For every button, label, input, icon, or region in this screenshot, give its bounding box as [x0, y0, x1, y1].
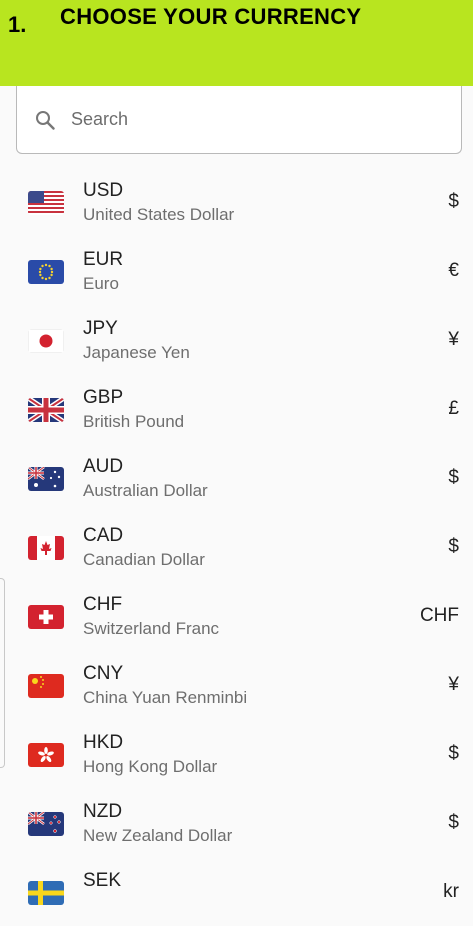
currency-symbol: $: [448, 191, 459, 212]
currency-row-chf[interactable]: CHF Switzerland Franc CHF: [0, 581, 473, 650]
eu-flag-icon: [28, 260, 64, 284]
currency-row-sek[interactable]: SEK kr: [0, 857, 473, 926]
currency-code: USD: [83, 180, 124, 201]
currency-symbol: $: [448, 467, 459, 488]
au-flag-icon: [28, 467, 64, 491]
currency-symbol: $: [448, 743, 459, 764]
page-title: CHOOSE YOUR CURRENCY: [60, 4, 362, 29]
search-box[interactable]: [16, 86, 462, 154]
currency-code: CAD: [83, 525, 124, 546]
cn-flag-icon: [28, 674, 64, 698]
currency-name: Switzerland Franc: [83, 619, 220, 638]
gb-flag-icon: [28, 398, 64, 422]
currency-code: SEK: [83, 870, 122, 891]
header-bar: 1. CHOOSE YOUR CURRENCY: [0, 0, 473, 86]
step-number: 1.: [8, 12, 27, 37]
currency-code: CNY: [83, 663, 124, 684]
currency-code: NZD: [83, 801, 123, 822]
jp-flag-icon: [28, 329, 64, 353]
search-input[interactable]: [71, 104, 441, 134]
nz-flag-icon: [28, 812, 64, 836]
currency-symbol: CHF: [419, 605, 459, 626]
currency-code: GBP: [83, 387, 124, 408]
currency-code: CHF: [83, 594, 123, 615]
currency-name: Hong Kong Dollar: [83, 757, 218, 776]
currency-symbol: £: [448, 398, 459, 419]
currency-name: Australian Dollar: [83, 481, 208, 500]
currency-name: Euro: [83, 274, 119, 293]
currency-row-usd[interactable]: USD United States Dollar $: [0, 167, 473, 236]
currency-symbol: ¥: [448, 329, 459, 350]
currency-name: China Yuan Renminbi: [83, 688, 248, 707]
currency-symbol: ¥: [448, 674, 459, 695]
currency-code: EUR: [83, 249, 124, 270]
currency-row-gbp[interactable]: GBP British Pound £: [0, 374, 473, 443]
currency-row-aud[interactable]: AUD Australian Dollar $: [0, 443, 473, 512]
hk-flag-icon: [28, 743, 64, 767]
currency-code: HKD: [83, 732, 124, 753]
currency-row-hkd[interactable]: HKD Hong Kong Dollar $: [0, 719, 473, 788]
currency-row-nzd[interactable]: NZD New Zealand Dollar $: [0, 788, 473, 857]
search-icon: [36, 111, 55, 130]
currency-code: JPY: [83, 318, 118, 339]
se-flag-icon: [28, 881, 64, 905]
currency-symbol: €: [448, 260, 459, 281]
currency-name: Canadian Dollar: [83, 550, 205, 569]
currency-symbol: $: [448, 812, 459, 833]
currency-list: USD United States Dollar $ EUR Euro € JP…: [0, 167, 473, 926]
currency-row-eur[interactable]: EUR Euro €: [0, 236, 473, 305]
currency-code: AUD: [83, 456, 124, 477]
ch-flag-icon: [28, 605, 64, 629]
currency-name: British Pound: [83, 412, 185, 431]
ca-flag-icon: [28, 536, 64, 560]
us-flag-icon: [28, 191, 64, 215]
currency-row-cad[interactable]: CAD Canadian Dollar $: [0, 512, 473, 581]
currency-row-cny[interactable]: CNY China Yuan Renminbi ¥: [0, 650, 473, 719]
currency-name: United States Dollar: [83, 205, 235, 224]
currency-row-jpy[interactable]: JPY Japanese Yen ¥: [0, 305, 473, 374]
currency-symbol: $: [448, 536, 459, 557]
currency-name: New Zealand Dollar: [83, 826, 233, 845]
currency-name: Japanese Yen: [83, 343, 190, 362]
